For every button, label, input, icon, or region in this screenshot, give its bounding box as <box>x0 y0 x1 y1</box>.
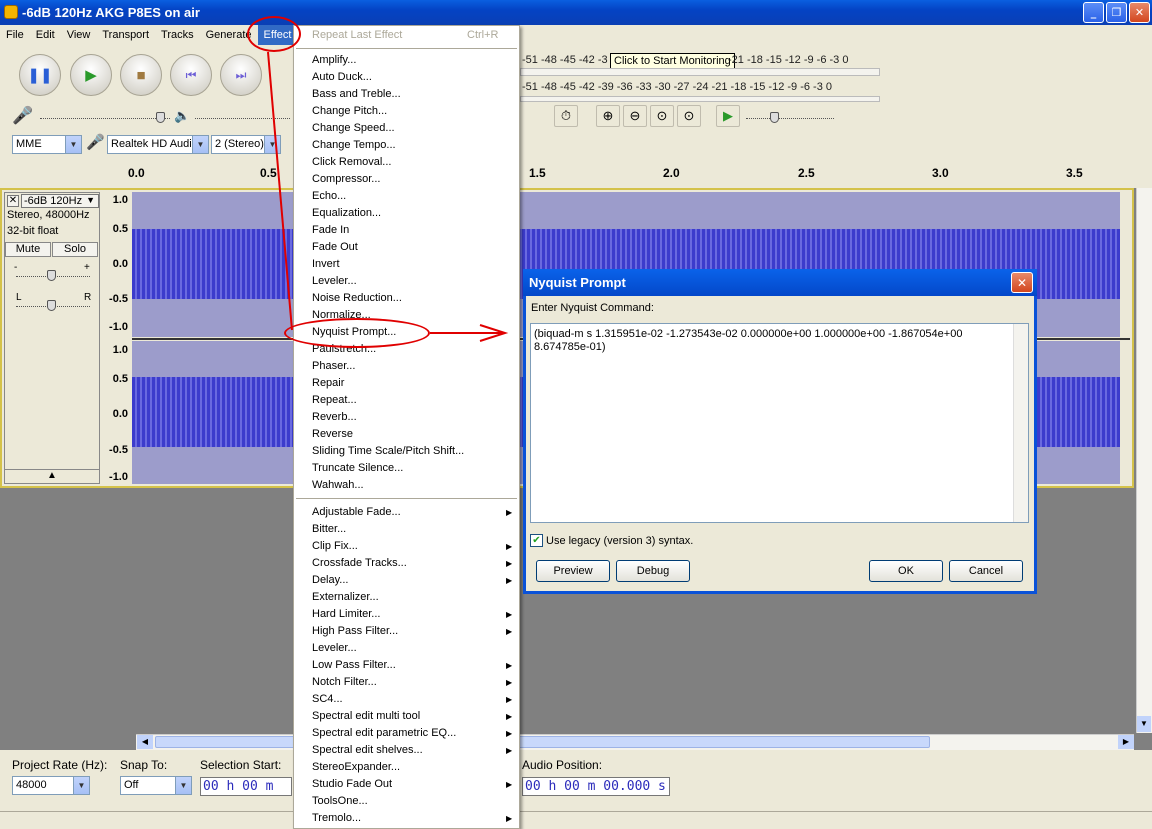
annotation-arrows <box>267 51 509 342</box>
